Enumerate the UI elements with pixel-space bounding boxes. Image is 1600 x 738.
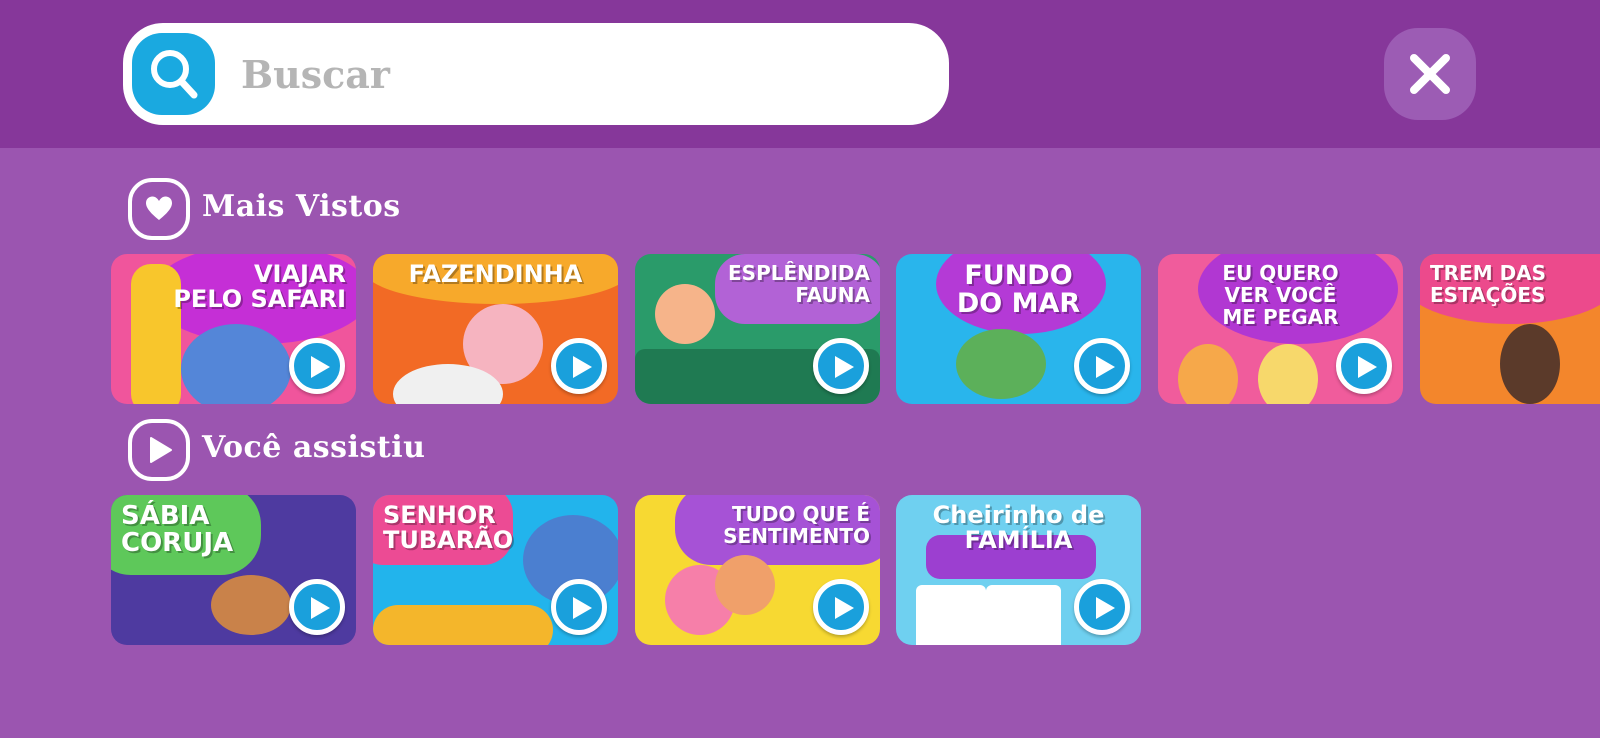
card-title: SENHOR TUBARÃO [383, 501, 514, 554]
play-icon [573, 356, 592, 378]
play-icon [311, 597, 330, 619]
play-icon [835, 597, 854, 619]
play-icon [1096, 597, 1115, 619]
search-bar[interactable] [123, 23, 949, 125]
section-title: Mais Vistos [202, 189, 401, 224]
video-card-fazendinha[interactable]: FAZENDINHA [373, 254, 618, 404]
play-button[interactable] [1074, 579, 1130, 635]
heart-icon [128, 178, 190, 240]
video-card-esplendida-fauna[interactable]: ESPLÊNDIDA FAUNA [635, 254, 880, 404]
play-icon [1358, 356, 1377, 378]
card-title: EU QUERO VER VOCÊ ME PEGAR [1222, 261, 1339, 329]
play-button[interactable] [289, 338, 345, 394]
play-button[interactable] [551, 338, 607, 394]
play-button[interactable] [813, 338, 869, 394]
card-title: FUNDO DO MAR [956, 260, 1081, 319]
video-card-fundo-do-mar[interactable]: FUNDO DO MAR [896, 254, 1141, 404]
play-button[interactable] [813, 579, 869, 635]
play-button[interactable] [551, 579, 607, 635]
video-card-cheirinho-de-familia[interactable]: Cheirinho de FAMÍLIA [896, 495, 1141, 645]
video-card-trem-das-estacoes[interactable]: TREM DAS ESTAÇÕES [1420, 254, 1600, 404]
card-title: SÁBIA CORUJA [121, 501, 234, 558]
close-icon [1410, 54, 1450, 94]
play-icon [128, 419, 190, 481]
video-card-sabia-coruja[interactable]: SÁBIA CORUJA [111, 495, 356, 645]
card-title: TREM DAS ESTAÇÕES [1430, 261, 1547, 307]
search-icon[interactable] [132, 33, 215, 115]
play-button[interactable] [1074, 338, 1130, 394]
card-title: TUDO QUE É SENTIMENTO [723, 502, 870, 548]
play-icon [1096, 356, 1115, 378]
card-title: VIAJAR PELO SAFARI [173, 260, 346, 313]
top-bar [0, 0, 1600, 148]
play-icon [835, 356, 854, 378]
video-card-senhor-tubarao[interactable]: SENHOR TUBARÃO [373, 495, 618, 645]
play-icon [573, 597, 592, 619]
play-button[interactable] [289, 579, 345, 635]
play-button[interactable] [1336, 338, 1392, 394]
video-card-tudo-que-e-sentimento[interactable]: TUDO QUE É SENTIMENTO [635, 495, 880, 645]
video-card-eu-quero-ver-voce-me-pegar[interactable]: EU QUERO VER VOCÊ ME PEGAR [1158, 254, 1403, 404]
card-title: ESPLÊNDIDA FAUNA [728, 261, 870, 307]
section-title: Você assistiu [202, 430, 426, 465]
play-icon [311, 356, 330, 378]
search-input[interactable] [241, 45, 921, 103]
close-button[interactable] [1384, 28, 1476, 120]
card-title: FAZENDINHA [408, 260, 583, 288]
card-title: Cheirinho de FAMÍLIA [932, 501, 1105, 554]
video-card-viajar-pelo-safari[interactable]: VIAJAR PELO SAFARI [111, 254, 356, 404]
